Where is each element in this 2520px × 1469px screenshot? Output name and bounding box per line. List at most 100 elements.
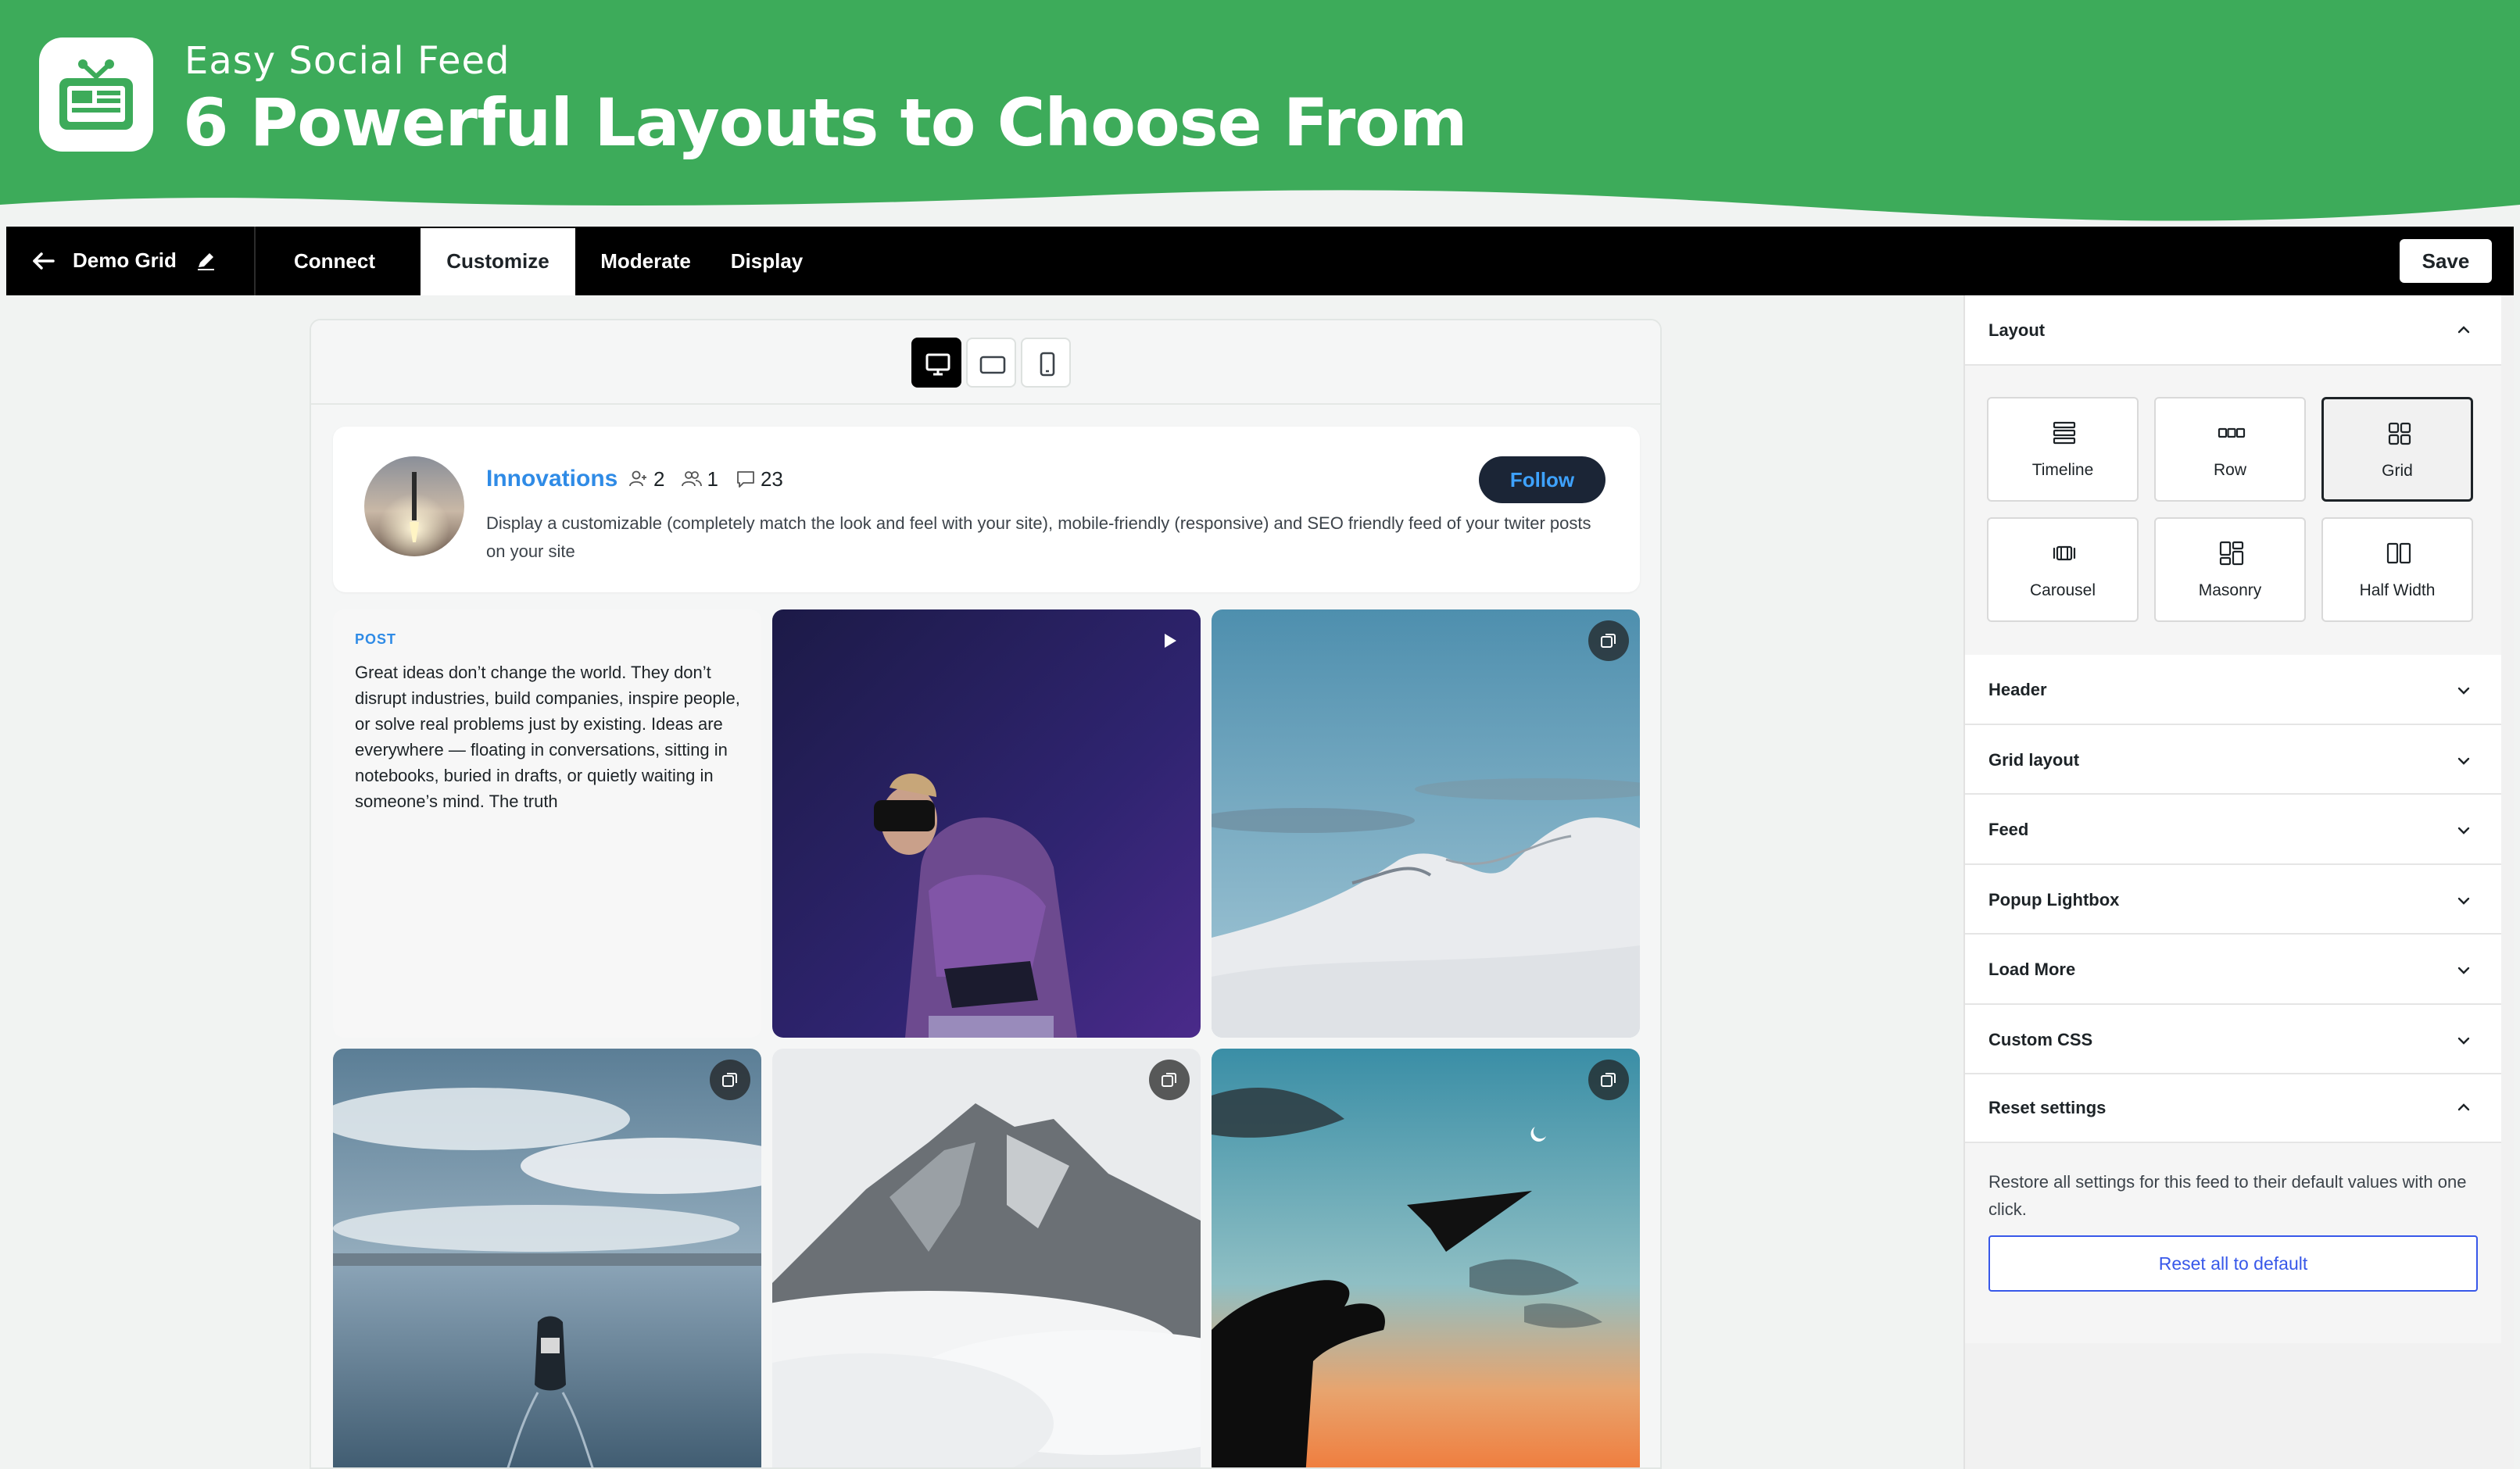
gallery-badge [1149,1060,1190,1100]
tab-display[interactable]: Display [716,227,818,295]
reset-all-button[interactable]: Reset all to default [1988,1235,2478,1292]
timeline-icon [2053,421,2076,445]
reset-settings-panel: Restore all settings for this feed to th… [1965,1143,2501,1343]
user-plus-icon [629,470,646,487]
layout-option-carousel[interactable]: Carousel [1987,517,2139,622]
posts-stat: 23 [736,467,783,491]
layout-option-half-width[interactable]: Half Width [2321,517,2473,622]
layout-option-row[interactable]: Row [2154,397,2306,502]
feed-preview: Innovations 2 1 23 Display a customizabl… [310,319,1662,1469]
desktop-icon [925,353,950,376]
layout-section-header[interactable]: Layout [1965,295,2501,366]
layout-option-label: Carousel [2029,581,2096,599]
misty-mountain-image [772,1049,1201,1467]
post-type-label: POST [355,631,397,647]
play-icon [1165,634,1176,648]
text-post-card[interactable]: POST Great ideas don’t change the world.… [333,609,761,1038]
back-button[interactable] [27,244,61,278]
chevron-down-icon [2457,1037,2470,1045]
section-title: Reset settings [1988,1098,2107,1117]
video-badge [1149,620,1190,661]
row-icon [2218,427,2246,438]
desktop-view-button[interactable] [911,338,961,388]
topbar-divider [254,227,256,295]
section-reset-settings[interactable]: Reset settings [1965,1074,2501,1143]
mobile-view-button[interactable] [1021,338,1071,388]
promo-banner: Easy Social Feed 6 Powerful Layouts to C… [0,0,2520,234]
banner-headline: 6 Powerful Layouts to Choose From [183,84,1467,161]
section-grid-layout[interactable]: Grid layout [1965,725,2501,795]
half-width-icon [2386,542,2411,564]
feed-name: Demo Grid [73,248,177,272]
gallery-post-card[interactable] [1212,1049,1640,1467]
gallery-badge [1588,620,1629,661]
layout-option-label: Half Width [2359,581,2436,599]
rename-button[interactable] [194,248,219,273]
tab-moderate[interactable]: Moderate [588,227,703,295]
gallery-post-card[interactable] [1212,609,1640,1038]
chevron-up-icon [2457,326,2470,334]
video-post-card[interactable] [772,609,1201,1038]
section-custom-css[interactable]: Custom CSS [1965,1005,2501,1074]
tab-connect[interactable]: Connect [278,227,391,295]
section-title: Custom CSS [1988,1030,2093,1049]
section-title: Feed [1988,820,2029,839]
gallery-badge [1588,1060,1629,1100]
layout-options: Timeline Row Grid Carousel Masonry Half … [1965,366,2501,655]
tablet-icon [979,356,1006,374]
feed-editor: Demo Grid Connect Customize Moderate Dis… [6,227,2514,1469]
layout-option-timeline[interactable]: Timeline [1987,397,2139,502]
feed-container: Innovations 2 1 23 Display a customizabl… [311,405,1660,1467]
chevron-down-icon [2457,687,2470,695]
gallery-post-card[interactable] [333,1049,761,1467]
snowy-hills-image [1212,609,1640,1038]
chevron-down-icon [2457,967,2470,974]
feed-description: Display a customizable (completely match… [486,513,1591,561]
section-load-more[interactable]: Load More [1965,935,2501,1005]
feed-stats: 2 1 23 [628,467,796,491]
feed-header-card: Innovations 2 1 23 Display a customizabl… [333,427,1640,592]
paper-plane-sky-image [1212,1049,1640,1467]
layout-section-title: Layout [1988,320,2046,340]
chevron-up-icon [2457,1103,2470,1111]
app-logo [39,38,153,152]
mobile-icon [1040,352,1055,377]
section-feed[interactable]: Feed [1965,795,2501,865]
follow-button[interactable]: Follow [1479,456,1605,503]
gallery-icon [722,1073,737,1087]
chevron-down-icon [2457,757,2470,765]
editor-topbar: Demo Grid Connect Customize Moderate Dis… [6,227,2514,295]
banner-subtitle: Easy Social Feed [184,39,510,83]
comment-icon [737,471,754,488]
rocket-launch-image [364,456,464,556]
chevron-down-icon [2457,827,2470,835]
section-title: Popup Lightbox [1988,890,2120,910]
grid-icon [2388,422,2411,445]
layout-option-grid[interactable]: Grid [2321,397,2473,502]
feed-title[interactable]: Innovations [486,466,617,492]
reset-description: Restore all settings for this feed to th… [1988,1172,2467,1219]
post-text: Great ideas don’t change the world. They… [355,663,740,811]
tablet-view-button[interactable] [966,338,1016,388]
layout-option-label: Row [2213,461,2246,479]
chevron-down-icon [2457,897,2470,905]
section-header[interactable]: Header [1965,655,2501,725]
following-count: 1 [707,466,718,491]
masonry-icon [2219,541,2244,566]
lake-boat-image [333,1049,761,1467]
layout-option-masonry[interactable]: Masonry [2154,517,2306,622]
section-title: Load More [1988,960,2076,979]
layout-option-label: Masonry [2198,581,2262,599]
gallery-post-card[interactable] [772,1049,1201,1467]
profile-avatar[interactable] [364,456,464,556]
layout-option-label: Timeline [2031,461,2094,479]
section-title: Grid layout [1988,750,2080,770]
save-button[interactable]: Save [2400,239,2492,283]
customize-sidebar: Layout Timeline Row Grid Carousel Masonr… [1963,295,2514,1469]
vr-user-image [772,609,1201,1038]
tab-customize[interactable]: Customize [421,228,575,295]
section-title: Header [1988,680,2047,699]
arrow-left-icon [33,252,55,270]
carousel-icon [2053,545,2076,561]
section-popup-lightbox[interactable]: Popup Lightbox [1965,865,2501,935]
